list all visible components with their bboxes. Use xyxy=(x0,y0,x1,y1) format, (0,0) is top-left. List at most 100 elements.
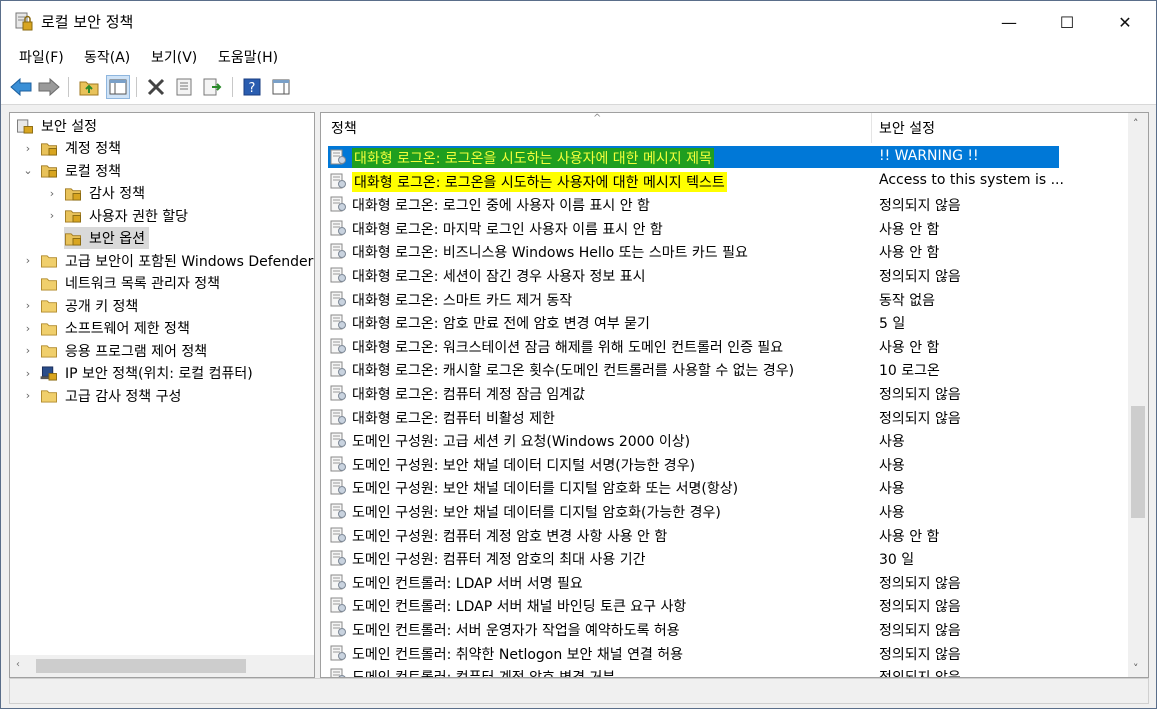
table-row[interactable]: 대화형 로그온: 로그온을 시도하는 사용자에 대한 메시지 제목 !! WARN… xyxy=(328,146,1059,168)
table-row[interactable]: 대화형 로그온: 로그인 중에 사용자 이름 표시 안 함 정의되지 않음 xyxy=(328,193,1059,215)
tree-item[interactable]: 네트워크 목록 관리자 정책 xyxy=(40,272,224,294)
expand-chevron-icon[interactable] xyxy=(22,272,34,294)
table-row[interactable]: 대화형 로그온: 컴퓨터 계정 잠금 임계값 정의되지 않음 xyxy=(328,382,1059,404)
table-row[interactable]: 대화형 로그온: 워크스테이션 잠금 해제를 위해 도메인 컨트롤러 인증 필요… xyxy=(328,335,1059,357)
tree-item[interactable]: › 고급 보안이 포함된 Windows Defender xyxy=(26,250,314,272)
policy-setting-icon xyxy=(330,220,346,236)
back-button[interactable] xyxy=(9,75,33,99)
expand-chevron-icon[interactable]: › xyxy=(22,385,34,407)
tree-item[interactable]: › 공개 키 정책 xyxy=(26,295,142,317)
tree-item[interactable]: ⌄ 로컬 정책 xyxy=(23,160,125,182)
column-header-policy[interactable]: 정책 xyxy=(331,113,357,143)
policy-setting-value: Access to this system is ... xyxy=(879,171,1064,188)
policy-setting-value: 사용 안 함 xyxy=(879,221,940,238)
list-scroll-thumb[interactable] xyxy=(1131,406,1145,518)
tree-item[interactable]: › IP 보안 정책(위치: 로컬 컴퓨터) xyxy=(26,362,257,384)
tree-item-label: 고급 보안이 포함된 Windows Defender xyxy=(65,253,314,270)
maximize-button[interactable]: ☐ xyxy=(1038,1,1096,43)
policy-setting-icon xyxy=(330,527,346,543)
table-row[interactable]: 도메인 구성원: 고급 세션 키 요청(Windows 2000 이상) 사용 xyxy=(328,429,1059,451)
list-vertical-scrollbar[interactable]: ˄ ˅ xyxy=(1128,113,1148,677)
minimize-button[interactable]: — xyxy=(980,1,1038,43)
expand-chevron-icon[interactable]: › xyxy=(22,340,34,362)
menu-view[interactable]: 보기(V) xyxy=(151,47,197,67)
menu-help[interactable]: 도움말(H) xyxy=(218,47,278,67)
toolbar: ? xyxy=(1,69,1156,105)
tree-item[interactable]: › 사용자 권한 할당 xyxy=(50,205,192,227)
export-list-button[interactable] xyxy=(201,75,225,99)
tree-item[interactable]: › 감사 정책 xyxy=(50,182,149,204)
tree-item[interactable]: › 응용 프로그램 제어 정책 xyxy=(26,340,211,362)
table-row[interactable]: 도메인 컨트롤러: LDAP 서버 서명 필요 정의되지 않음 xyxy=(328,571,1059,593)
console-tree[interactable]: 보안 설정 › 계정 정책 ⌄ 로컬 정책 › 감사 정책 › 사용자 권한 할당 보안 옵션 ›… xyxy=(9,112,315,678)
security-policy-app-icon xyxy=(15,12,33,31)
scroll-left-icon[interactable]: ‹ xyxy=(16,659,20,670)
tree-item[interactable]: › 소프트웨어 제한 정책 xyxy=(26,317,194,339)
table-row[interactable]: 대화형 로그온: 암호 만료 전에 암호 변경 여부 묻기 5 일 xyxy=(328,311,1059,333)
view-icon xyxy=(272,79,290,95)
table-row[interactable]: 도메인 컨트롤러: 컴퓨터 계정 암호 변경 거부 정의되지 않음 xyxy=(328,665,1059,677)
collapse-chevron-icon[interactable]: ⌄ xyxy=(22,160,34,182)
policy-name: 대화형 로그온: 비즈니스용 Windows Hello 또는 스마트 카드 필… xyxy=(352,245,748,262)
title-bar[interactable]: 로컬 보안 정책 — ☐ ✕ xyxy=(1,1,1156,43)
table-row[interactable]: 대화형 로그온: 컴퓨터 비활성 제한 정의되지 않음 xyxy=(328,406,1059,428)
scroll-down-icon[interactable]: ˅ xyxy=(1133,662,1139,675)
table-row[interactable]: 도메인 컨트롤러: LDAP 서버 채널 바인딩 토큰 요구 사항 정의되지 않음 xyxy=(328,594,1059,616)
policy-setting-value: 정의되지 않음 xyxy=(879,198,961,215)
expand-chevron-icon[interactable]: › xyxy=(22,250,34,272)
scroll-up-icon[interactable]: ˄ xyxy=(1133,117,1139,130)
table-row[interactable]: 도메인 구성원: 보안 채널 데이터를 디지털 암호화(가능한 경우) 사용 xyxy=(328,500,1059,522)
expand-chevron-icon[interactable]: › xyxy=(22,362,34,384)
expand-chevron-icon[interactable]: › xyxy=(22,295,34,317)
tree-item-label: IP 보안 정책(위치: 로컬 컴퓨터) xyxy=(65,366,253,382)
tree-item[interactable]: › 계정 정책 xyxy=(26,137,125,159)
table-row[interactable]: 도메인 컨트롤러: 서버 운영자가 작업을 예약하도록 허용 정의되지 않음 xyxy=(328,618,1059,640)
table-row[interactable]: 대화형 로그온: 세션이 잠긴 경우 사용자 정보 표시 정의되지 않음 xyxy=(328,264,1059,286)
table-row[interactable]: 도메인 구성원: 보안 채널 데이터를 디지털 암호화 또는 서명(항상) 사용 xyxy=(328,476,1059,498)
toolbar-separator xyxy=(232,77,233,97)
show-hide-tree-button[interactable] xyxy=(106,75,130,99)
forward-button[interactable] xyxy=(37,75,61,99)
expand-chevron-icon[interactable]: › xyxy=(22,137,34,159)
policy-name: 도메인 구성원: 보안 채널 데이터를 디지털 암호화(가능한 경우) xyxy=(352,505,721,521)
menu-file[interactable]: 파일(F) xyxy=(19,47,64,67)
policy-folder-icon xyxy=(65,210,81,223)
tree-item-label: 로컬 정책 xyxy=(65,163,121,180)
table-row[interactable]: 대화형 로그온: 로그온을 시도하는 사용자에 대한 메시지 텍스트 Access… xyxy=(328,170,1064,192)
tree-item[interactable]: 보안 옵션 xyxy=(64,227,149,249)
column-divider[interactable] xyxy=(871,113,872,143)
table-row[interactable]: 대화형 로그온: 비즈니스용 Windows Hello 또는 스마트 카드 필… xyxy=(328,240,1059,262)
expand-chevron-icon[interactable]: › xyxy=(46,182,58,204)
view-button[interactable] xyxy=(269,75,293,99)
table-row[interactable]: 도메인 구성원: 컴퓨터 계정 암호 변경 사항 사용 안 함 사용 안 함 xyxy=(328,524,1059,546)
policy-list[interactable]: ^ 정책 보안 설정 대화형 로그온: 로그온을 시도하는 사용자에 대한 메시… xyxy=(320,112,1149,678)
close-button[interactable]: ✕ xyxy=(1096,1,1154,43)
help-button[interactable]: ? xyxy=(240,75,264,99)
back-icon xyxy=(10,78,32,96)
table-row[interactable]: 대화형 로그온: 마지막 로그인 사용자 이름 표시 안 함 사용 안 함 xyxy=(328,217,1059,239)
properties-icon xyxy=(176,78,192,96)
policy-setting-icon xyxy=(330,574,346,590)
delete-button[interactable] xyxy=(144,75,168,99)
menu-action[interactable]: 동작(A) xyxy=(84,47,130,67)
table-row[interactable]: 도메인 구성원: 보안 채널 데이터 디지털 서명(가능한 경우) 사용 xyxy=(328,453,1059,475)
properties-button[interactable] xyxy=(172,75,196,99)
folder-icon xyxy=(41,390,57,403)
tree-scroll-thumb[interactable] xyxy=(36,659,246,673)
expand-chevron-icon[interactable]: › xyxy=(22,317,34,339)
expand-chevron-icon[interactable] xyxy=(46,227,58,249)
policy-setting-icon xyxy=(330,361,346,377)
tree-root-security-settings[interactable]: 보안 설정 xyxy=(16,115,97,137)
tree-horizontal-scrollbar[interactable]: ‹ xyxy=(10,655,314,677)
policy-name: 대화형 로그온: 워크스테이션 잠금 해제를 위해 도메인 컨트롤러 인증 필요 xyxy=(352,339,784,356)
column-header-security-setting[interactable]: 보안 설정 xyxy=(879,113,935,143)
up-one-level-button[interactable] xyxy=(77,75,101,99)
table-row[interactable]: 도메인 컨트롤러: 취약한 Netlogon 보안 채널 연결 허용 정의되지 않… xyxy=(328,642,1059,664)
table-row[interactable]: 대화형 로그온: 스마트 카드 제거 동작 동작 없음 xyxy=(328,288,1059,310)
table-row[interactable]: 도메인 구성원: 컴퓨터 계정 암호의 최대 사용 기간 30 일 xyxy=(328,547,1059,569)
policy-name: 도메인 컨트롤러: LDAP 서버 채널 바인딩 토큰 요구 사항 xyxy=(352,599,687,616)
tree-item-label: 계정 정책 xyxy=(65,141,121,157)
table-row[interactable]: 대화형 로그온: 캐시할 로그온 횟수(도메인 컨트롤러를 사용할 수 없는 경… xyxy=(328,358,1059,380)
expand-chevron-icon[interactable]: › xyxy=(46,205,58,227)
tree-item[interactable]: › 고급 감사 정책 구성 xyxy=(26,385,185,407)
